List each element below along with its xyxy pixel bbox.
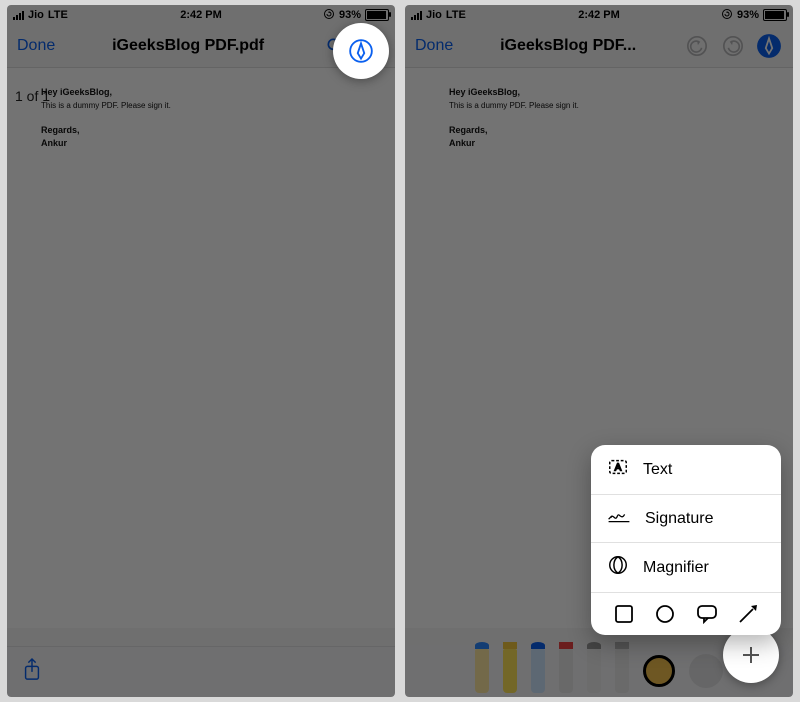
done-button[interactable]: Done (415, 37, 453, 55)
undo-icon[interactable] (683, 32, 711, 60)
speech-bubble-icon[interactable] (696, 603, 718, 625)
nav-bar: Done iGeeksBlog PDF... (405, 25, 793, 68)
menu-label: Magnifier (643, 559, 709, 577)
screenshot-right: Jio LTE 2:42 PM 93% Done iGeeksBlog PDF.… (405, 5, 793, 697)
arrow-shape-icon[interactable] (737, 603, 759, 625)
screenshot-left: Jio LTE 2:42 PM 93% Done iGeeksBlog PDF.… (7, 5, 395, 697)
share-icon[interactable] (21, 657, 43, 688)
signature-icon (607, 506, 631, 531)
pdf-viewer[interactable]: 1 of 1 Hey iGeeksBlog, This is a dummy P… (7, 68, 395, 628)
menu-shapes-row (591, 593, 781, 635)
add-menu-popup: A Text Signature Magnifier (591, 445, 781, 635)
markup-button-highlight[interactable] (333, 23, 389, 79)
clock: 2:42 PM (7, 9, 395, 21)
magnifier-icon (607, 554, 629, 581)
menu-item-text[interactable]: A Text (591, 445, 781, 494)
markup-pen-icon (756, 33, 782, 59)
tool-highlighter[interactable] (503, 649, 517, 693)
done-button[interactable]: Done (17, 37, 55, 55)
color-picker[interactable] (643, 655, 675, 687)
tool-pencil[interactable] (531, 649, 545, 693)
doc-regards: Regards, (449, 125, 488, 135)
add-button-highlight[interactable] (723, 627, 779, 683)
menu-item-signature[interactable]: Signature (591, 495, 781, 542)
svg-text:A: A (615, 463, 622, 474)
doc-sender: Ankur (449, 138, 475, 148)
pdf-content: Hey iGeeksBlog, This is a dummy PDF. Ple… (41, 86, 171, 151)
doc-greeting: Hey iGeeksBlog, (449, 87, 520, 97)
doc-body: This is a dummy PDF. Please sign it. (41, 101, 171, 110)
tool-ruler[interactable] (615, 649, 629, 693)
battery-icon (763, 9, 787, 21)
text-box-icon: A (607, 456, 629, 483)
battery-icon (365, 9, 389, 21)
markup-pen-icon (348, 38, 374, 64)
status-bar: Jio LTE 2:42 PM 93% (405, 5, 793, 25)
menu-item-magnifier[interactable]: Magnifier (591, 543, 781, 592)
bottom-toolbar (7, 646, 395, 697)
document-title: iGeeksBlog PDF... (461, 37, 675, 55)
tool-pen[interactable] (475, 649, 489, 693)
add-button[interactable] (689, 654, 723, 688)
markup-button-active[interactable] (755, 32, 783, 60)
doc-regards: Regards, (41, 125, 80, 135)
circle-shape-icon[interactable] (654, 603, 676, 625)
redo-icon[interactable] (719, 32, 747, 60)
tool-eraser[interactable] (559, 649, 573, 693)
status-bar: Jio LTE 2:42 PM 93% (7, 5, 395, 25)
tool-lasso[interactable] (587, 649, 601, 693)
square-shape-icon[interactable] (613, 603, 635, 625)
pdf-content: Hey iGeeksBlog, This is a dummy PDF. Ple… (449, 86, 579, 151)
doc-sender: Ankur (41, 138, 67, 148)
menu-label: Signature (645, 510, 714, 528)
clock: 2:42 PM (405, 9, 793, 21)
plus-icon (741, 645, 761, 665)
doc-greeting: Hey iGeeksBlog, (41, 87, 112, 97)
document-title: iGeeksBlog PDF.pdf (63, 37, 313, 55)
doc-body: This is a dummy PDF. Please sign it. (449, 101, 579, 110)
menu-label: Text (643, 461, 672, 479)
